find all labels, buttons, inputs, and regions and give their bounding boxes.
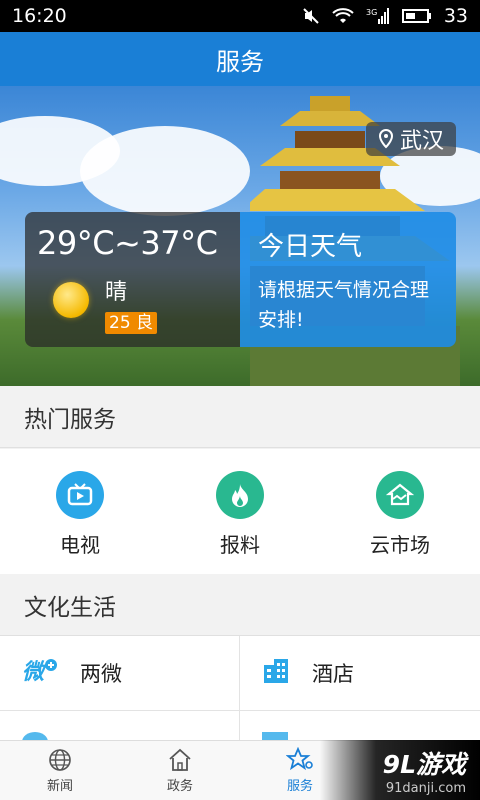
tab-label: 新闻: [46, 779, 73, 794]
hot-services-header: 热门服务: [0, 386, 480, 448]
tab-government[interactable]: 政务: [120, 741, 240, 800]
service-tv[interactable]: 电视: [0, 449, 160, 574]
status-bar: 16:20 3G 33: [0, 0, 480, 32]
service-label: 电视: [60, 533, 100, 557]
weather-tip-card[interactable]: 今日天气 请根据天气情况合理安排!: [240, 212, 456, 347]
service-market[interactable]: 云市场: [320, 449, 480, 574]
flame-icon: [216, 471, 264, 519]
service-label: 报料: [220, 533, 260, 557]
sun-icon: [53, 282, 89, 318]
battery-level: 33: [443, 5, 468, 27]
weather-tip-desc: 请根据天气情况合理安排!: [258, 279, 430, 331]
watermark-brand: 9L游戏: [382, 749, 466, 779]
svg-text:微: 微: [22, 660, 48, 685]
watermark-site: 91danji.com: [385, 780, 466, 796]
tab-news[interactable]: 新闻: [0, 741, 120, 800]
tab-label: 服务: [286, 779, 313, 794]
wifi-icon: [332, 7, 354, 25]
weibo-icon: 微: [22, 657, 58, 690]
grid-divider: [239, 636, 240, 740]
hot-services-grid: 电视 报料 云市场: [0, 449, 480, 574]
section-title: 文化生活: [24, 594, 116, 621]
location-pin-icon: [378, 129, 393, 149]
signal-icon: 3G: [366, 7, 390, 25]
status-time: 16:20: [12, 5, 67, 27]
tab-label: 政务: [166, 779, 193, 794]
hotel-icon: [262, 657, 290, 690]
service-label: 云市场: [370, 533, 430, 557]
globe-icon: [49, 749, 71, 771]
building-icon: [169, 748, 191, 771]
culture-header: 文化生活: [0, 574, 480, 636]
battery-icon: [401, 8, 432, 24]
aqi-badge: 25 良: [105, 312, 158, 334]
mute-icon: [302, 7, 320, 25]
culture-item-weibo[interactable]: 微 两微: [22, 636, 232, 710]
hero-banner[interactable]: 武汉 29°C~37°C 晴 25 良 今日天气 请根据天气情况合理安排!: [0, 86, 480, 386]
section-title: 热门服务: [24, 406, 116, 433]
watermark: 9L游戏 91danji.com: [320, 740, 480, 800]
weather-condition: 晴: [105, 280, 128, 305]
star-icon: [286, 747, 313, 771]
cloud-decoration: [80, 126, 250, 216]
temperature-range: 29°C~37°C: [37, 224, 218, 262]
culture-item-label: 酒店: [312, 662, 354, 686]
location-label: 武汉: [399, 129, 444, 154]
market-icon: [376, 471, 424, 519]
app-bar: 服务: [0, 32, 480, 86]
culture-item-hotel[interactable]: 酒店: [262, 636, 472, 710]
culture-item-label: 两微: [80, 662, 122, 686]
page-title: 服务: [216, 47, 264, 76]
location-button[interactable]: 武汉: [365, 122, 456, 156]
grid-divider: [0, 710, 480, 711]
tv-icon: [56, 471, 104, 519]
svg-text:3G: 3G: [366, 8, 377, 17]
culture-grid: 微 两微 酒店: [0, 636, 480, 752]
service-report[interactable]: 报料: [160, 449, 320, 574]
weather-tip-title: 今日天气: [258, 232, 363, 262]
weather-card[interactable]: 29°C~37°C 晴 25 良: [25, 212, 240, 347]
